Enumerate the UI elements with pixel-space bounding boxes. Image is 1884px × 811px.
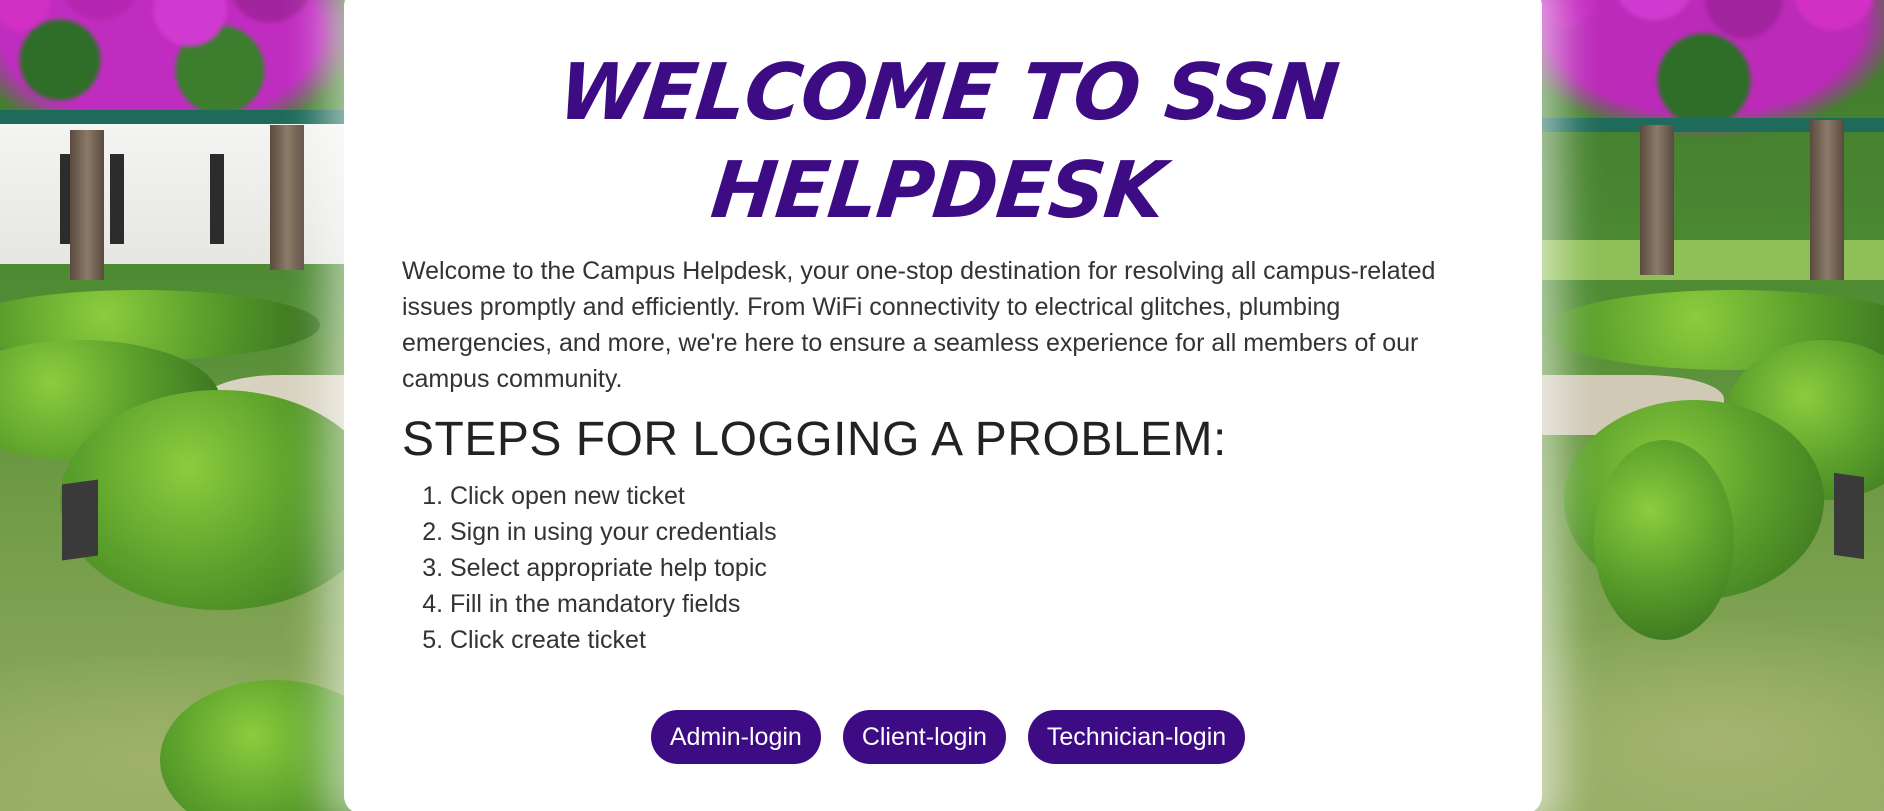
steps-heading: STEPS FOR LOGGING A PROBLEM: (402, 413, 1227, 466)
pillar (1640, 125, 1674, 275)
pillar (70, 130, 104, 280)
client-login-button[interactable]: Client-login (842, 710, 1006, 764)
pillar (270, 125, 304, 270)
step-item: Sign in using your credentials (450, 514, 777, 550)
step-item: Click create ticket (450, 622, 777, 658)
pillar (1810, 120, 1844, 280)
page-title: WELCOME TO SSN HELPDESK (554, 48, 1342, 236)
technician-login-button[interactable]: Technician-login (1027, 710, 1246, 764)
pergola-left (0, 110, 345, 124)
step-item: Fill in the mandatory fields (450, 586, 777, 622)
hedge (60, 390, 380, 610)
step-item: Select appropriate help topic (450, 550, 777, 586)
welcome-card: WELCOME TO SSN HELPDESK Welcome to the C… (344, 0, 1542, 811)
admin-login-button[interactable]: Admin-login (650, 710, 821, 764)
hedge (1594, 440, 1734, 640)
garden-lamp (1834, 472, 1864, 560)
step-item: Click open new ticket (450, 478, 777, 514)
steps-list: Click open new ticket Sign in using your… (402, 478, 777, 658)
garden-lamp (62, 479, 98, 561)
login-buttons: Admin-login Client-login Technician-logi… (344, 710, 1542, 764)
intro-paragraph: Welcome to the Campus Helpdesk, your one… (402, 257, 1436, 393)
